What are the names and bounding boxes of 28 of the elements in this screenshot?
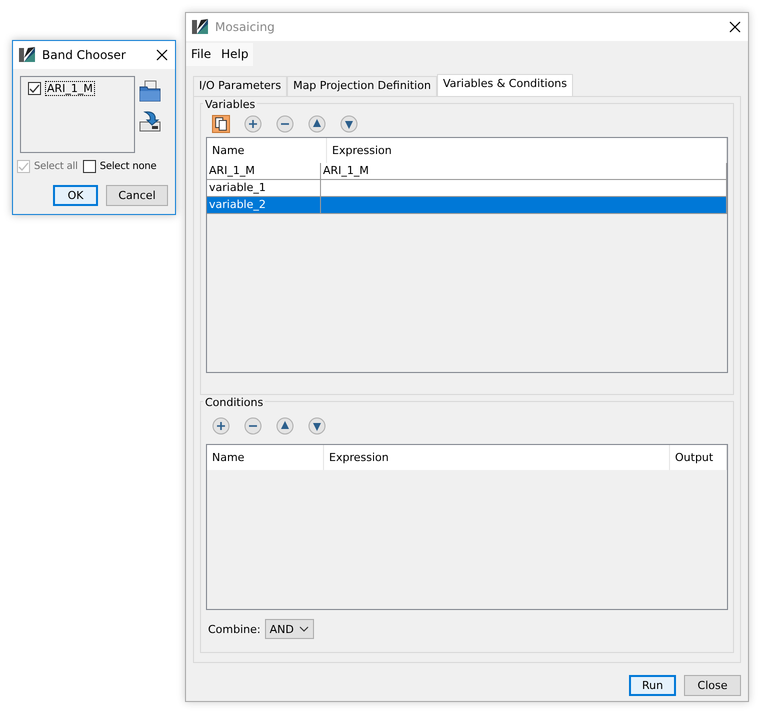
table-row[interactable]: variable_2 [207,197,727,214]
column-header[interactable]: Name [207,445,324,470]
dialog-button[interactable]: Run [629,675,676,696]
tab[interactable]: Variables & Conditions [436,74,574,96]
tab[interactable]: I/O Parameters [193,76,288,96]
table-cell: variable_2 [207,197,321,213]
dialog-button[interactable]: Cancel [106,185,168,206]
menu-item[interactable]: Help [216,43,254,66]
dialog-button[interactable]: Close [684,675,741,696]
checkbox-label: Select none [100,161,156,172]
window-title: Band Chooser [42,48,127,62]
dialog-button[interactable]: OK [53,185,98,206]
menu-item[interactable]: File [186,43,216,66]
window-title: Mosaicing [215,20,276,34]
table-row[interactable]: ARI_1_M ARI_1_M [207,163,727,180]
tab[interactable]: Map Projection Definition [287,76,437,96]
checkbox-label: Select all [34,161,78,172]
table-cell: ARI_1_M [321,163,727,179]
table-cell: ARI_1_M [207,163,321,179]
combine-label: Combine: [208,622,261,636]
group-title: Variables [203,98,258,111]
column-header[interactable]: Output [670,445,727,470]
band-name[interactable]: ARI_1_M [45,81,95,96]
column-header[interactable]: Expression [324,445,670,470]
table-cell: variable_1 [207,180,321,196]
group-title: Conditions [203,396,266,409]
combine-dropdown[interactable]: AND [264,619,314,639]
table-row[interactable]: variable_1 [207,180,727,197]
